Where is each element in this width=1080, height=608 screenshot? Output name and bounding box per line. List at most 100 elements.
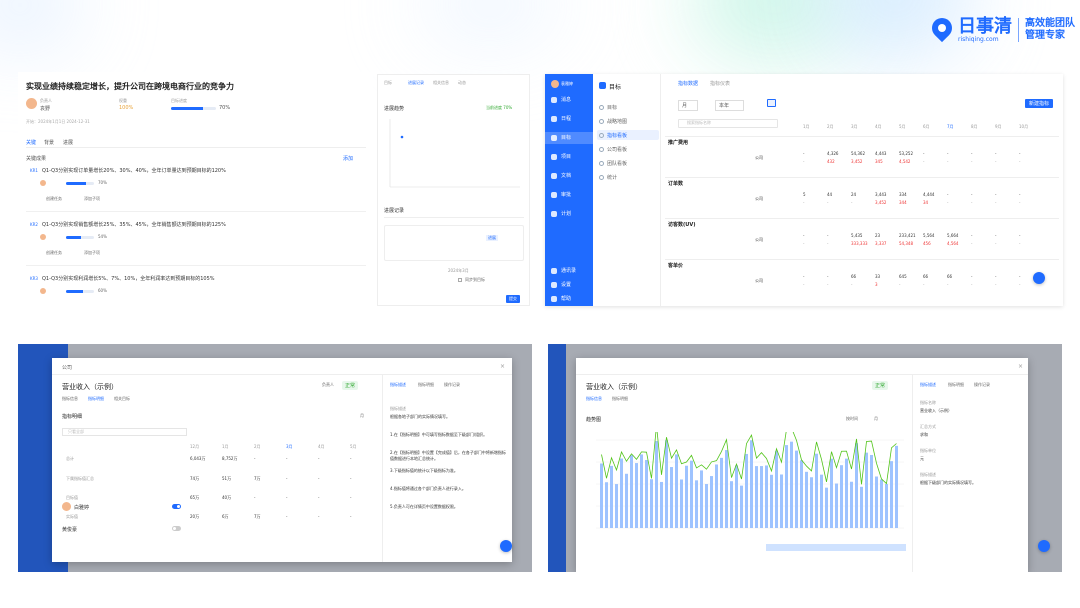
- kr-text: Q1-Q3分别实现订单量增长20%、30%、40%，全年订单量达到预期目标的12…: [42, 168, 226, 174]
- grid-cell[interactable]: 8,752万: [222, 456, 237, 462]
- new-indicator-button[interactable]: 新建指标: [1025, 99, 1054, 108]
- grid-cell[interactable]: -: [286, 514, 287, 519]
- person-2-toggle[interactable]: [172, 526, 181, 531]
- indicator-name[interactable]: 订单数: [668, 180, 683, 187]
- person-1: 白雅婷: [74, 505, 90, 511]
- sync-checkbox[interactable]: [458, 278, 462, 282]
- kr-card[interactable]: KR3 Q1-Q3分别实现利润增长5%、7%、10%，全年利润率达到预期目标的10…: [26, 274, 366, 304]
- trend-tab-detail[interactable]: 指标明细: [612, 396, 628, 402]
- grid-cell[interactable]: -: [286, 476, 287, 481]
- close-icon[interactable]: ×: [1018, 363, 1023, 370]
- sidebar-item-approval[interactable]: 审批: [551, 191, 571, 198]
- sidebar-item-calendar[interactable]: 日程: [551, 115, 571, 122]
- okr-meta: 开始：2024年1月1日 2024-12-31: [26, 119, 90, 124]
- grid-cell[interactable]: -: [286, 495, 287, 500]
- indicator-name[interactable]: 访客数(UV): [668, 221, 696, 228]
- grid-cell[interactable]: 51万: [222, 476, 231, 482]
- add-kr-button[interactable]: 添加: [343, 155, 353, 162]
- grid-cell[interactable]: 7万: [254, 476, 261, 482]
- sidebar-item-plan[interactable]: 计划: [551, 210, 571, 217]
- grid-cell[interactable]: 20万: [190, 514, 199, 520]
- table-view-icon[interactable]: [767, 99, 776, 107]
- subnav-indicator-board[interactable]: 指标看板: [599, 132, 627, 139]
- sidebar-item-settings[interactable]: 设置: [551, 281, 571, 288]
- detail-tab-log[interactable]: 操作记录: [444, 382, 460, 388]
- kr-add-sub[interactable]: 添加子项: [84, 250, 100, 256]
- kr-card[interactable]: KR1 Q1-Q3分别实现订单量增长20%、30%、40%，全年订单量达到预期目标…: [26, 166, 366, 212]
- range-slider[interactable]: [766, 544, 906, 551]
- sidebar-item-docs[interactable]: 文档: [551, 172, 571, 179]
- modal-tab-detail[interactable]: 指标明细: [88, 396, 104, 402]
- panel2-tab-3[interactable]: 相关信息: [433, 80, 449, 86]
- submit-button[interactable]: 提交: [506, 295, 520, 303]
- assistant-fab-icon[interactable]: [500, 540, 512, 552]
- panel2-tab-1[interactable]: 目标: [384, 80, 392, 86]
- indicator-delta: 4,542: [899, 159, 911, 164]
- sidebar-item-contacts[interactable]: 通讯录: [551, 267, 576, 274]
- sidebar-item-goals[interactable]: 目标: [551, 134, 571, 141]
- indicator-name[interactable]: 客单价: [668, 262, 683, 269]
- trend-tab-info[interactable]: 指标信息: [586, 396, 602, 402]
- tab-indicator-data[interactable]: 指标数据: [678, 80, 698, 87]
- modal-tab-related[interactable]: 相关目标: [114, 396, 130, 402]
- grid-cell[interactable]: -: [254, 456, 255, 461]
- modal-tab-info[interactable]: 指标信息: [62, 396, 78, 402]
- grid-cell[interactable]: -: [318, 476, 319, 481]
- note-line: 2.在【指标明细】中设置【完成值】后，在各子部门中将新增指标值数据进行本地汇总统…: [390, 450, 506, 461]
- kr-create-task[interactable]: 创建任务: [46, 250, 62, 256]
- year-select[interactable]: 本年: [715, 100, 745, 111]
- subnav-strategy-map[interactable]: 战略地图: [599, 118, 627, 125]
- assistant-fab-icon[interactable]: [1038, 540, 1050, 552]
- sidebar-item-messages[interactable]: 消息: [551, 96, 571, 103]
- grid-cell[interactable]: -: [350, 495, 351, 500]
- grid-cell[interactable]: 40万: [222, 495, 231, 501]
- goal-subnav: 目标 目标 战略地图 指标看板 公司看板 团队看板 统计: [593, 74, 661, 306]
- grid-cell[interactable]: 6万: [222, 514, 229, 520]
- period-toggle[interactable]: 月: [360, 413, 364, 419]
- panel2-tab-2[interactable]: 进展记录: [408, 80, 424, 86]
- subnav-company-board[interactable]: 公司看板: [599, 146, 627, 153]
- kr-card[interactable]: KR2 Q1-Q3分别实现销售额增长25%、35%、45%，全年销售额达到预期目标…: [26, 220, 366, 266]
- tab-progress[interactable]: 进展: [63, 139, 73, 146]
- grid-cell[interactable]: -: [318, 456, 319, 461]
- detail-tab-detail[interactable]: 指标明细: [418, 382, 434, 388]
- assistant-fab-icon[interactable]: [1033, 272, 1045, 284]
- panel2-tab-4[interactable]: 动态: [458, 80, 466, 86]
- detail-tab-desc[interactable]: 指标描述: [390, 382, 406, 388]
- trend-detail-tab-log[interactable]: 操作记录: [974, 382, 990, 388]
- grid-cell[interactable]: 65万: [190, 495, 199, 501]
- user-avatar[interactable]: [551, 80, 559, 88]
- close-icon[interactable]: ×: [500, 363, 505, 370]
- sidebar-item-help[interactable]: 帮助: [551, 295, 571, 302]
- subnav-team-board[interactable]: 团队看板: [599, 160, 627, 167]
- grid-cell[interactable]: -: [350, 514, 351, 519]
- grid-cell[interactable]: 6,043万: [190, 456, 205, 462]
- kr-add-sub[interactable]: 添加子项: [84, 196, 100, 202]
- indicator-value: -: [971, 192, 973, 197]
- subnav-goals[interactable]: 目标: [599, 104, 617, 111]
- trend-option-month[interactable]: 月: [874, 416, 878, 422]
- sidebar-item-projects[interactable]: 项目: [551, 153, 571, 160]
- indicator-name[interactable]: 推广费用: [668, 139, 688, 146]
- grid-cell[interactable]: 7万: [254, 514, 261, 520]
- grid-cell[interactable]: -: [318, 514, 319, 519]
- grid-cell[interactable]: -: [318, 495, 319, 500]
- tab-key[interactable]: 关键: [26, 139, 36, 146]
- grid-cell[interactable]: -: [350, 456, 351, 461]
- okr-progress-text: 70%: [219, 105, 231, 111]
- period-select[interactable]: 月: [678, 100, 699, 111]
- grid-cell[interactable]: -: [254, 495, 255, 500]
- subnav-stats[interactable]: 统计: [599, 174, 617, 181]
- trend-detail-tab-desc[interactable]: 指标描述: [920, 382, 936, 388]
- trend-detail-tab-detail[interactable]: 指标明细: [948, 382, 964, 388]
- grid-cell[interactable]: -: [286, 456, 287, 461]
- record-editor[interactable]: [384, 225, 524, 261]
- trend-option-time[interactable]: 按时间: [846, 416, 858, 422]
- grid-cell[interactable]: 74万: [190, 476, 199, 482]
- grid-cell[interactable]: -: [350, 476, 351, 481]
- person-1-toggle[interactable]: [172, 504, 181, 509]
- kr-create-task[interactable]: 创建任务: [46, 196, 62, 202]
- tab-background[interactable]: 背景: [44, 139, 54, 146]
- trend-bar: [855, 443, 858, 528]
- tab-indicator-gauge[interactable]: 指标仪表: [710, 80, 730, 87]
